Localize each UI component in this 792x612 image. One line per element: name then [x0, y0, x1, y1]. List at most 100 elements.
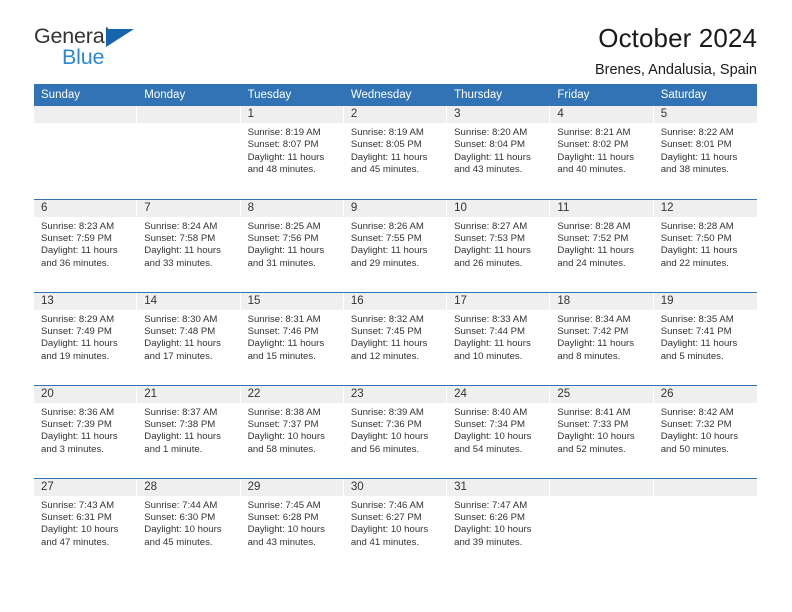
daylight-text-line1: Daylight: 11 hours: [660, 151, 738, 163]
weekday-header-saturday: Saturday: [653, 84, 757, 106]
sunrise-text: Sunrise: 8:30 AM: [144, 313, 218, 325]
sunset-text: Sunset: 7:37 PM: [247, 418, 319, 430]
sunset-text: Sunset: 7:58 PM: [144, 232, 216, 244]
calendar-day-cell[interactable]: 15 Sunrise: 8:31 AM Sunset: 7:46 PM Dayligh…: [240, 291, 344, 385]
calendar-day-cell[interactable]: 22 Sunrise: 8:38 AM Sunset: 7:37 PM Dayligh…: [240, 384, 344, 478]
day-details: Sunrise: 8:20 AM Sunset: 8:04 PM Daylight:…: [447, 123, 550, 177]
daylight-text-line1: Daylight: 11 hours: [350, 151, 428, 163]
sunset-text: Sunset: 6:31 PM: [41, 511, 112, 523]
daylight-text-line1: Daylight: 11 hours: [41, 338, 118, 350]
calendar-day-cell[interactable]: 10 Sunrise: 8:27 AM Sunset: 7:53 PM Dayligh…: [447, 198, 551, 292]
calendar-day-cell[interactable]: 8 Sunrise: 8:25 AM Sunset: 7:56 PM Daylight…: [240, 198, 344, 292]
day-details: Sunrise: 8:37 AM Sunset: 7:38 PM Daylight:…: [137, 403, 240, 457]
day-details: Sunrise: 7:45 AM Sunset: 6:28 PM Daylight:…: [241, 496, 344, 550]
day-number: 24: [447, 385, 551, 403]
daylight-text-line2: and 43 minutes.: [454, 164, 523, 176]
calendar-page: General Blue October 2024 Brenes, Andalu…: [0, 0, 792, 612]
sunset-text: Sunset: 7:38 PM: [144, 418, 216, 430]
day-details: Sunrise: 7:44 AM Sunset: 6:30 PM Daylight:…: [137, 496, 240, 550]
day-number: 7: [137, 199, 241, 217]
sunrise-text: Sunrise: 8:27 AM: [454, 220, 528, 232]
day-number: 21: [137, 385, 241, 403]
calendar-day-cell[interactable]: 9 Sunrise: 8:26 AM Sunset: 7:55 PM Daylight…: [343, 198, 448, 292]
daylight-text-line2: and 45 minutes.: [144, 536, 213, 548]
day-details: Sunrise: 8:29 AM Sunset: 7:49 PM Daylight:…: [34, 310, 137, 364]
calendar-day-cell[interactable]: 20 Sunrise: 8:36 AM Sunset: 7:39 PM Dayligh…: [34, 384, 138, 478]
daylight-text-line1: Daylight: 11 hours: [557, 338, 635, 350]
calendar-day-cell[interactable]: 13 Sunrise: 8:29 AM Sunset: 7:49 PM Dayligh…: [34, 291, 138, 385]
daylight-text-line1: Daylight: 11 hours: [454, 338, 531, 350]
calendar-day-cell[interactable]: 2 Sunrise: 8:19 AM Sunset: 8:05 PM Daylight…: [343, 106, 448, 199]
general-blue-logo: General Blue: [34, 25, 154, 74]
daylight-text-line1: Daylight: 10 hours: [557, 431, 635, 443]
daylight-text-line2: and 17 minutes.: [144, 350, 213, 362]
sunrise-text: Sunrise: 8:36 AM: [41, 406, 115, 418]
calendar-day-cell[interactable]: 18 Sunrise: 8:34 AM Sunset: 7:42 PM Dayligh…: [550, 291, 654, 385]
day-details: Sunrise: 8:33 AM Sunset: 7:44 PM Daylight:…: [447, 310, 550, 364]
calendar-day-cell[interactable]: 21 Sunrise: 8:37 AM Sunset: 7:38 PM Dayligh…: [137, 384, 241, 478]
sunrise-text: Sunrise: 8:24 AM: [144, 220, 218, 232]
calendar-day-cell[interactable]: 16 Sunrise: 8:32 AM Sunset: 7:45 PM Dayligh…: [343, 291, 448, 385]
calendar-day-cell[interactable]: 27 Sunrise: 7:43 AM Sunset: 6:31 PM Dayligh…: [34, 477, 138, 571]
sunrise-text: Sunrise: 8:33 AM: [454, 313, 528, 325]
daylight-text-line2: and 36 minutes.: [41, 257, 110, 269]
day-number: 2: [343, 106, 448, 123]
daylight-text-line2: and 56 minutes.: [350, 443, 420, 455]
weekday-header-wednesday: Wednesday: [343, 84, 448, 106]
calendar-day-cell[interactable]: 3 Sunrise: 8:20 AM Sunset: 8:04 PM Daylight…: [447, 106, 551, 199]
calendar-day-cell[interactable]: 7 Sunrise: 8:24 AM Sunset: 7:58 PM Daylight…: [137, 198, 241, 292]
daylight-text-line1: Daylight: 11 hours: [454, 151, 531, 163]
calendar-day-cell[interactable]: 25 Sunrise: 8:41 AM Sunset: 7:33 PM Dayligh…: [550, 384, 654, 478]
calendar-day-cell[interactable]: 11 Sunrise: 8:28 AM Sunset: 7:52 PM Dayligh…: [550, 198, 654, 292]
weekday-header-sunday: Sunday: [34, 84, 138, 106]
day-number: 26: [653, 385, 757, 403]
calendar-day-cell-empty: [550, 477, 654, 571]
day-number: 18: [550, 292, 654, 310]
calendar-day-cell[interactable]: 12 Sunrise: 8:28 AM Sunset: 7:50 PM Dayligh…: [653, 198, 757, 292]
daylight-text-line2: and 31 minutes.: [247, 257, 316, 269]
calendar-day-cell[interactable]: 4 Sunrise: 8:21 AM Sunset: 8:02 PM Daylight…: [550, 106, 654, 199]
sunrise-text: Sunrise: 8:39 AM: [350, 406, 424, 418]
day-details: Sunrise: 8:27 AM Sunset: 7:53 PM Daylight:…: [447, 217, 550, 271]
day-number: [653, 478, 757, 496]
sunrise-text: Sunrise: 7:47 AM: [454, 499, 528, 511]
sunset-text: Sunset: 6:30 PM: [144, 511, 216, 523]
calendar-day-cell[interactable]: 26 Sunrise: 8:42 AM Sunset: 7:32 PM Dayligh…: [653, 384, 757, 478]
calendar-day-cell[interactable]: 19 Sunrise: 8:35 AM Sunset: 7:41 PM Dayligh…: [653, 291, 757, 385]
calendar-day-cell[interactable]: 5 Sunrise: 8:22 AM Sunset: 8:01 PM Daylight…: [653, 106, 757, 199]
day-number: 27: [34, 478, 138, 496]
daylight-text-line2: and 22 minutes.: [660, 257, 729, 269]
calendar-day-cell[interactable]: 6 Sunrise: 8:23 AM Sunset: 7:59 PM Daylight…: [34, 198, 138, 292]
calendar-day-cell[interactable]: 24 Sunrise: 8:40 AM Sunset: 7:34 PM Dayligh…: [447, 384, 551, 478]
weekday-header-thursday: Thursday: [447, 84, 551, 106]
day-number: 3: [447, 106, 551, 123]
sunset-text: Sunset: 7:52 PM: [557, 232, 629, 244]
calendar-day-cell[interactable]: 1 Sunrise: 8:19 AM Sunset: 8:07 PM Daylight…: [240, 106, 344, 199]
daylight-text-line2: and 24 minutes.: [557, 257, 626, 269]
daylight-text-line1: Daylight: 11 hours: [660, 338, 738, 350]
calendar-day-cell[interactable]: 14 Sunrise: 8:30 AM Sunset: 7:48 PM Dayligh…: [137, 291, 241, 385]
calendar-day-cell[interactable]: 29 Sunrise: 7:45 AM Sunset: 6:28 PM Dayligh…: [240, 477, 344, 571]
sunset-text: Sunset: 7:41 PM: [660, 325, 732, 337]
day-number: [550, 478, 654, 496]
sunset-text: Sunset: 7:55 PM: [350, 232, 422, 244]
daylight-text-line1: Daylight: 10 hours: [247, 431, 325, 443]
day-details: Sunrise: 8:40 AM Sunset: 7:34 PM Daylight:…: [447, 403, 550, 457]
calendar-day-cell[interactable]: 31 Sunrise: 7:47 AM Sunset: 6:26 PM Dayligh…: [447, 477, 551, 571]
daylight-text-line1: Daylight: 11 hours: [41, 245, 118, 257]
sunset-text: Sunset: 6:26 PM: [454, 511, 526, 523]
day-number: 19: [653, 292, 757, 310]
calendar-day-cell[interactable]: 23 Sunrise: 8:39 AM Sunset: 7:36 PM Dayligh…: [343, 384, 448, 478]
sunset-text: Sunset: 7:44 PM: [454, 325, 526, 337]
calendar-day-cell[interactable]: 28 Sunrise: 7:44 AM Sunset: 6:30 PM Dayligh…: [137, 477, 241, 571]
day-number: 20: [34, 385, 138, 403]
daylight-text-line2: and 40 minutes.: [557, 164, 626, 176]
calendar-day-cell[interactable]: 17 Sunrise: 8:33 AM Sunset: 7:44 PM Dayligh…: [447, 291, 551, 385]
day-details: Sunrise: 8:22 AM Sunset: 8:01 PM Daylight:…: [654, 123, 757, 177]
sunrise-text: Sunrise: 8:41 AM: [557, 406, 631, 418]
daylight-text-line2: and 15 minutes.: [247, 350, 316, 362]
calendar-day-cell[interactable]: 30 Sunrise: 7:46 AM Sunset: 6:27 PM Dayligh…: [343, 477, 448, 571]
day-details: Sunrise: 7:46 AM Sunset: 6:27 PM Daylight:…: [344, 496, 447, 550]
daylight-text-line1: Daylight: 11 hours: [144, 245, 221, 257]
logo-triangle-icon: [106, 29, 134, 47]
